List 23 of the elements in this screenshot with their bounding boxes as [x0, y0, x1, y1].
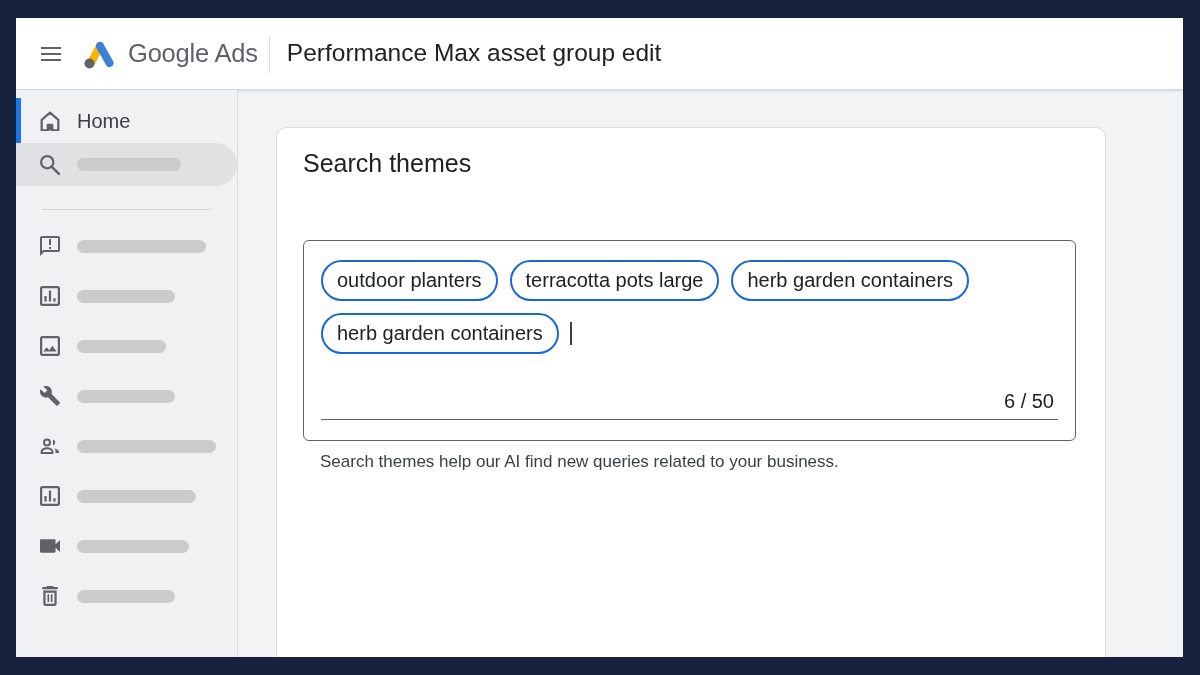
video-camera-icon [40, 536, 60, 556]
wrench-icon [40, 386, 60, 406]
chip[interactable]: outdoor planters [321, 260, 498, 301]
trash-icon [40, 586, 60, 606]
bar-chart-icon [40, 286, 60, 306]
message-alert-icon [40, 236, 60, 256]
menu-icon[interactable] [41, 46, 61, 61]
bar-chart-icon [40, 486, 60, 506]
search-icon [40, 154, 60, 175]
home-icon [40, 110, 60, 131]
people-icon [40, 436, 60, 456]
nav-item[interactable]: Home [16, 98, 237, 143]
chip[interactable]: terracotta pots large [509, 260, 720, 301]
counter-text: 6 / 50 [1003, 389, 1054, 414]
chip[interactable]: herb garden containers [731, 260, 970, 301]
page-title: Performance Max asset group edit [286, 38, 662, 69]
chip[interactable]: herb garden containers [321, 313, 559, 354]
nav-item[interactable] [16, 143, 237, 186]
product-name: Google Ads [128, 38, 258, 70]
card-title: Search themes [303, 148, 473, 179]
chip-input-field[interactable]: outdoor planters terracotta pots large herb garden containers herb garden containers 6 / 50 [303, 240, 1076, 441]
helper-text: Search themes help our AI find new queries related to your business. [320, 451, 840, 473]
image-icon [40, 336, 60, 356]
